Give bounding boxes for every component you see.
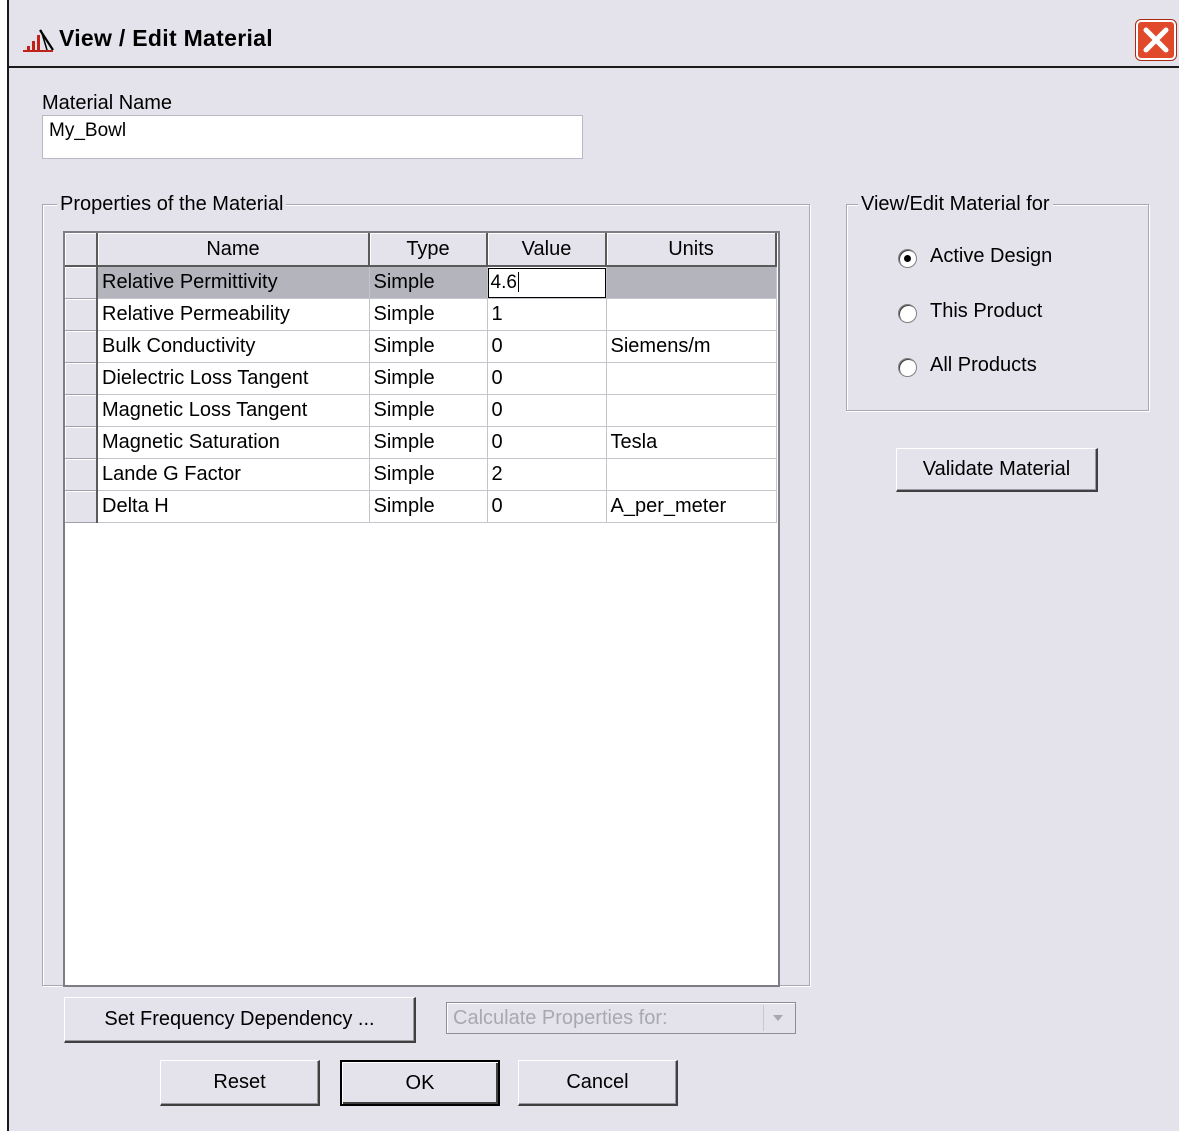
chevron-down-icon (773, 1015, 783, 1021)
row-header[interactable] (65, 490, 98, 523)
table-row[interactable]: Magnetic Saturation Simple 0 Tesla (65, 426, 777, 459)
calculate-properties-combo[interactable]: Calculate Properties for: (446, 1002, 796, 1034)
validate-material-button[interactable]: Validate Material (896, 448, 1098, 492)
view-edit-for-group-label: View/Edit Material for (858, 193, 1053, 216)
properties-grid[interactable]: Name Type Value Units Relative Permittiv… (63, 231, 780, 987)
property-units-cell[interactable]: Tesla (606, 426, 777, 459)
material-name-input[interactable]: My_Bowl (42, 115, 583, 159)
table-row[interactable]: Delta H Simple 0 A_per_meter (65, 490, 777, 523)
row-header[interactable] (65, 266, 98, 299)
row-header[interactable] (65, 394, 98, 427)
ok-button[interactable]: OK (340, 1060, 500, 1106)
dialog-window: View / Edit Material Material Name My_Bo… (0, 0, 1179, 1131)
table-row[interactable]: Relative Permittivity Simple 4.6 (65, 266, 777, 299)
property-type-cell[interactable]: Simple (369, 330, 488, 363)
properties-group-label: Properties of the Material (57, 193, 287, 216)
reset-button[interactable]: Reset (160, 1060, 320, 1106)
column-header-value[interactable]: Value (487, 233, 607, 267)
property-value-cell[interactable]: 0 (487, 330, 607, 363)
column-header-units[interactable]: Units (606, 233, 777, 267)
radio-button-checked[interactable] (898, 249, 917, 268)
radio-button[interactable] (898, 358, 917, 377)
value-edit-text: 4.6 (490, 271, 517, 293)
property-units-cell[interactable] (606, 362, 777, 395)
property-type-cell[interactable]: Simple (369, 298, 488, 331)
column-header-type[interactable]: Type (369, 233, 488, 267)
property-value-cell[interactable]: 0 (487, 394, 607, 427)
text-caret (517, 272, 519, 293)
property-type-cell[interactable]: Simple (369, 266, 488, 299)
radio-dot-icon (904, 255, 911, 262)
property-name-cell[interactable]: Magnetic Loss Tangent (97, 394, 370, 427)
radio-label: Active Design (930, 245, 1053, 267)
combo-placeholder: Calculate Properties for: (453, 1007, 668, 1029)
table-row[interactable]: Relative Permeability Simple 1 (65, 298, 777, 331)
set-frequency-dependency-button[interactable]: Set Frequency Dependency ... (64, 997, 416, 1043)
row-header[interactable] (65, 426, 98, 459)
value-edit-input[interactable]: 4.6 (487, 267, 605, 298)
title-divider (9, 66, 1179, 68)
radio-label: This Product (930, 300, 1043, 322)
property-value-cell[interactable]: 4.6 (487, 266, 607, 299)
property-type-cell[interactable]: Simple (369, 362, 488, 395)
property-units-cell[interactable] (606, 266, 777, 299)
property-name-cell[interactable]: Relative Permeability (97, 298, 370, 331)
property-type-cell[interactable]: Simple (369, 458, 488, 491)
table-row[interactable]: Lande G Factor Simple 2 (65, 458, 777, 491)
column-header-name[interactable]: Name (97, 233, 370, 267)
row-header[interactable] (65, 362, 98, 395)
property-name-cell[interactable]: Magnetic Saturation (97, 426, 370, 459)
property-value-cell[interactable]: 0 (487, 362, 607, 395)
row-header[interactable] (65, 330, 98, 363)
property-name-cell[interactable]: Delta H (97, 490, 370, 523)
property-type-cell[interactable]: Simple (369, 490, 488, 523)
window-left-border (0, 0, 9, 1131)
material-name-label: Material Name (42, 92, 173, 114)
property-type-cell[interactable]: Simple (369, 426, 488, 459)
property-units-cell[interactable] (606, 394, 777, 427)
property-value-cell[interactable]: 1 (487, 298, 607, 331)
table-row[interactable]: Dielectric Loss Tangent Simple 0 (65, 362, 777, 395)
property-value-cell[interactable]: 0 (487, 426, 607, 459)
close-icon (1143, 27, 1169, 53)
radio-button[interactable] (898, 304, 917, 323)
property-name-cell[interactable]: Relative Permittivity (97, 266, 370, 299)
property-value-cell[interactable]: 2 (487, 458, 607, 491)
combo-dropdown-button[interactable] (763, 1005, 793, 1031)
grid-corner-cell[interactable] (65, 233, 98, 267)
window-title: View / Edit Material (59, 25, 273, 51)
property-units-cell[interactable] (606, 458, 777, 491)
cancel-button[interactable]: Cancel (518, 1060, 678, 1106)
property-units-cell[interactable]: A_per_meter (606, 490, 777, 523)
property-units-cell[interactable]: Siemens/m (606, 330, 777, 363)
row-header[interactable] (65, 298, 98, 331)
property-value-cell[interactable]: 0 (487, 490, 607, 523)
table-row[interactable]: Magnetic Loss Tangent Simple 0 (65, 394, 777, 427)
app-logo-icon (23, 29, 54, 52)
property-name-cell[interactable]: Bulk Conductivity (97, 330, 370, 363)
property-name-cell[interactable]: Lande G Factor (97, 458, 370, 491)
row-header[interactable] (65, 458, 98, 491)
table-row[interactable]: Bulk Conductivity Simple 0 Siemens/m (65, 330, 777, 363)
title-bar[interactable]: View / Edit Material (9, 12, 1179, 68)
property-units-cell[interactable] (606, 298, 777, 331)
radio-label: All Products (930, 354, 1037, 376)
property-type-cell[interactable]: Simple (369, 394, 488, 427)
property-name-cell[interactable]: Dielectric Loss Tangent (97, 362, 370, 395)
grid-header-row: Name Type Value Units (65, 233, 777, 267)
close-button[interactable] (1136, 20, 1176, 60)
